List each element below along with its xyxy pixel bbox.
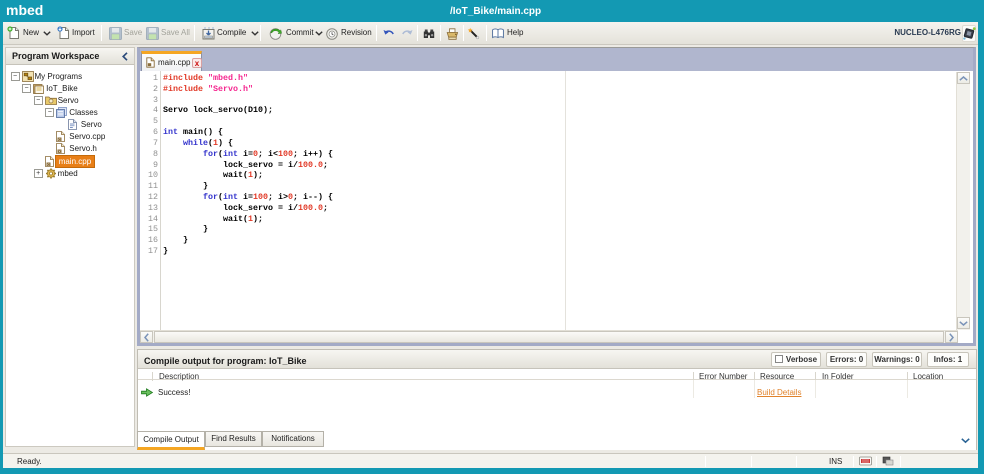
svg-text:c: c <box>59 139 61 143</box>
svg-text:c: c <box>47 163 49 167</box>
